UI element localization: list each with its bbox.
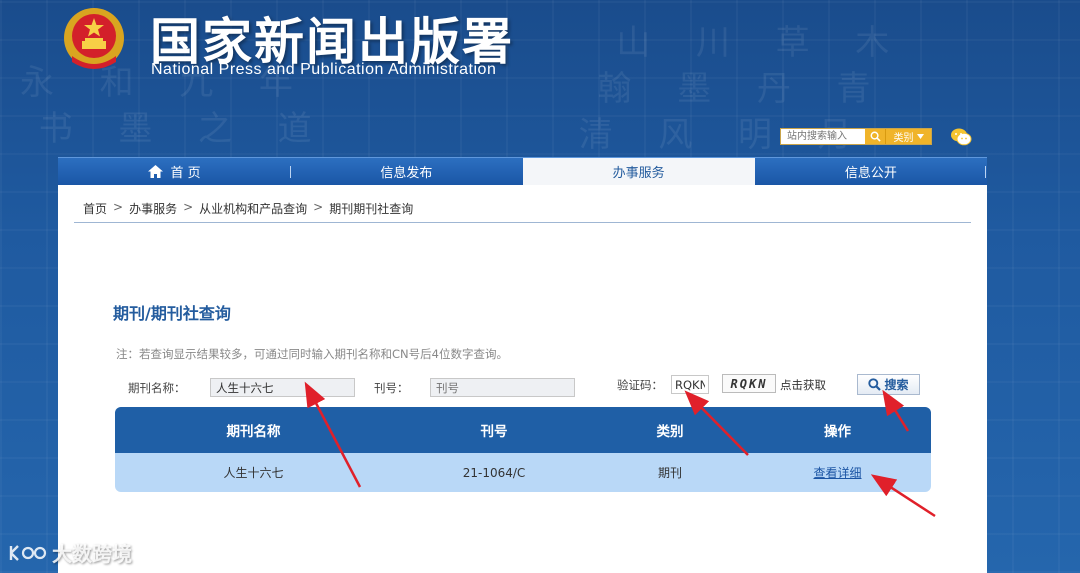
nav-item-news[interactable]: 信息发布: [290, 158, 522, 185]
journal-name-input[interactable]: [210, 378, 355, 397]
column-header-issue: 刊号: [480, 424, 508, 440]
main-content: 首页 > 办事服务 > 从业机构和产品查询 > 期刊期刊社查询 期刊/期刊社查询…: [58, 185, 987, 573]
issue-label: 刊号：: [374, 381, 409, 395]
search-icon: [870, 131, 881, 142]
column-header-name: 期刊名称: [226, 424, 281, 440]
query-note: 注：若查询显示结果较多，可通过同时输入期刊名称和CN号后4位数字查询。: [116, 347, 508, 361]
breadcrumb-services[interactable]: 办事服务: [129, 200, 177, 217]
captcha-label: 验证码：: [617, 378, 663, 392]
watermark: 大数跨境: [8, 538, 132, 567]
breadcrumb-home[interactable]: 首页: [83, 200, 107, 217]
breadcrumb-divider: [74, 222, 971, 223]
category-label: 类别: [893, 133, 914, 144]
nav-item-label: 首 页: [170, 166, 201, 181]
column-header-action: 操作: [824, 424, 851, 440]
cell-action: 查看详细: [744, 453, 931, 492]
breadcrumb-separator: >: [183, 200, 194, 214]
chevron-down-icon: [916, 134, 924, 139]
watermark-logo-icon: [9, 544, 47, 561]
wechat-icon[interactable]: [950, 127, 972, 147]
national-emblem-icon: [64, 8, 124, 69]
watermark-text: 大数跨境: [52, 542, 132, 566]
cell-issue: 21-1064/C: [462, 465, 526, 480]
cell-category: 期刊: [657, 466, 682, 480]
cell-name: 人生十六七: [223, 466, 284, 480]
nav-item-services[interactable]: 办事服务: [522, 158, 755, 185]
page-title: 期刊/期刊社查询: [113, 304, 231, 323]
captcha-image[interactable]: RQKN: [722, 374, 776, 393]
nav-item-disclosure[interactable]: 信息公开: [755, 158, 987, 185]
nav-divider: [985, 166, 986, 178]
column-header-category: 类别: [656, 424, 684, 440]
home-icon: [147, 165, 163, 178]
main-nav: 首 页 信息发布 办事服务 信息公开: [58, 157, 987, 185]
site-search-button[interactable]: [865, 129, 885, 144]
issue-number-input[interactable]: [430, 378, 575, 397]
view-details-link[interactable]: 查看详细: [813, 464, 861, 481]
search-button[interactable]: 搜索: [857, 374, 920, 395]
table-row: 人生十六七 21-1064/C 期刊 查看详细: [115, 453, 931, 492]
breadcrumb-separator: >: [113, 200, 124, 214]
site-subtitle: National Press and Publication Administr…: [151, 61, 497, 78]
search-icon: [868, 378, 882, 391]
breadcrumb-current[interactable]: 期刊期刊社查询: [329, 200, 413, 217]
breadcrumb-query[interactable]: 从业机构和产品查询: [199, 200, 307, 217]
breadcrumb: 首页 > 办事服务 > 从业机构和产品查询 > 期刊期刊社查询: [83, 200, 413, 217]
nav-item-label: 办事服务: [612, 166, 665, 181]
table-header: 期刊名称 刊号 类别 操作: [115, 407, 931, 453]
site-search-input[interactable]: [781, 129, 865, 144]
nav-item-label: 信息公开: [844, 166, 897, 181]
name-label: 期刊名称：: [128, 381, 186, 395]
category-dropdown[interactable]: 类别: [885, 129, 931, 144]
site-search: 类别: [780, 128, 932, 145]
breadcrumb-separator: >: [313, 200, 324, 214]
captcha-input[interactable]: [671, 375, 709, 394]
captcha-refresh-link[interactable]: 点击获取: [780, 377, 826, 393]
results-table: 期刊名称 刊号 类别 操作 人生十六七 21-1064/C 期刊 查看详细: [115, 407, 931, 492]
search-button-label: 搜索: [884, 378, 909, 392]
nav-item-home[interactable]: 首 页: [58, 158, 290, 185]
nav-item-label: 信息发布: [380, 166, 433, 181]
